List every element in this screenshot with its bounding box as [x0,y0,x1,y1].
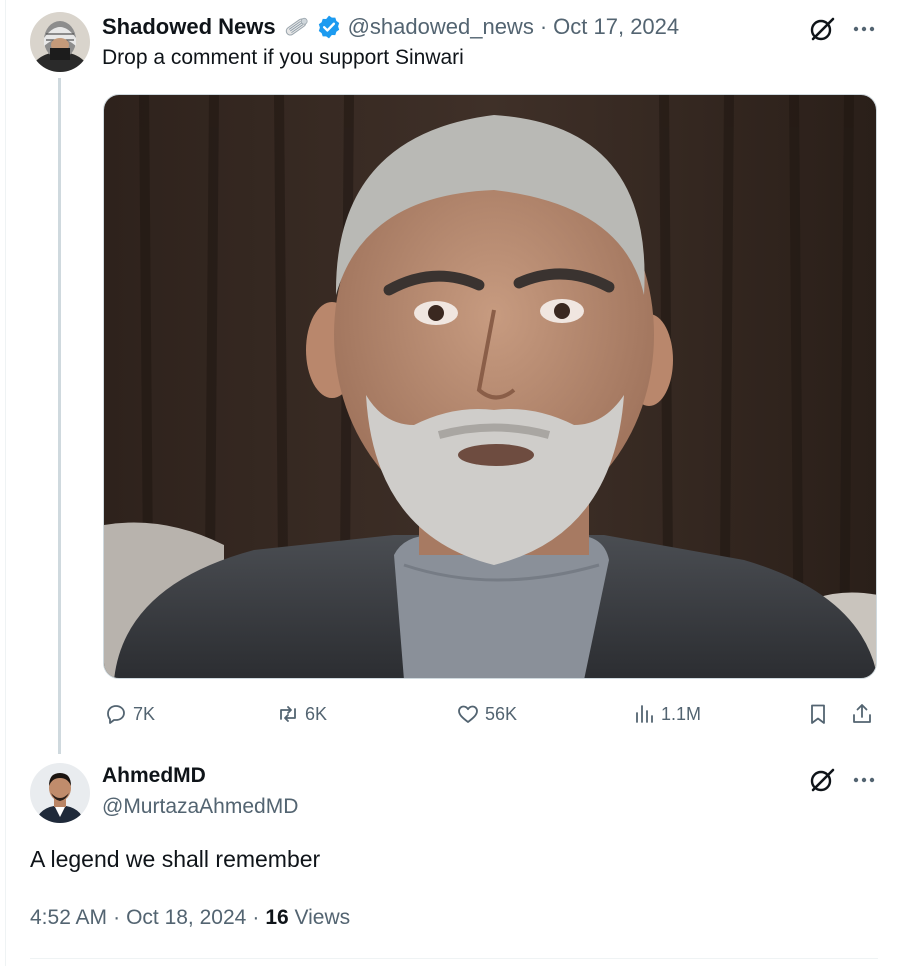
reply-views-label: Views [294,906,351,929]
separator-dot: · [539,14,548,39]
photo-of-man-icon [104,95,876,678]
reply-count: 7K [133,703,156,724]
separator-dot: · [113,906,121,929]
reply-author-handle[interactable]: @MurtazaAhmedMD [102,795,298,819]
author-handle[interactable]: @shadowed_news [348,14,534,40]
repost-count: 6K [305,703,328,724]
share-button[interactable] [850,700,874,728]
reply-icon [107,705,125,724]
bookmark-button[interactable] [806,700,830,728]
bookmark-icon [811,704,825,724]
thread-connector-line [58,78,61,754]
grok-icon[interactable] [808,15,836,43]
tweet-header: Shadowed News @shadowed_news · Oct 17, 2… [102,12,679,42]
tweet-text: Drop a comment if you support Sinwari [102,46,464,69]
divider [30,958,878,959]
repost-icon [280,706,296,722]
newspaper-roll-icon [282,15,310,39]
ahmedmd-avatar[interactable] [30,763,90,823]
analytics-icon [636,705,653,723]
author-name[interactable]: Shadowed News [102,14,276,40]
reply-author-name[interactable]: AhmedMD [102,764,206,788]
reply-time[interactable]: 4:52 AM [30,906,107,930]
tweet-media-photo[interactable] [103,94,877,679]
more-options-icon[interactable] [850,15,878,43]
tweet-date[interactable]: Oct 17, 2024 [553,14,679,40]
like-button[interactable]: 56K [456,700,517,728]
views-button[interactable]: 1.1M [632,700,701,728]
separator-dot: · [252,906,260,929]
repost-button[interactable]: 6K [276,700,327,728]
verified-badge-icon [316,14,342,40]
like-count: 56K [485,703,518,724]
reply-text: A legend we shall remember [30,846,321,872]
share-icon [853,704,871,723]
reply-date[interactable]: Oct 18, 2024 [126,906,246,930]
shadowed-news-avatar[interactable] [30,12,90,72]
grok-icon[interactable] [808,766,836,794]
reply-views-count: 16 [265,906,289,929]
views-count: 1.1M [661,703,702,724]
reply-button[interactable]: 7K [104,700,155,728]
heart-icon [458,705,478,723]
timeline-border [5,0,6,966]
reply-meta: 4:52 AM · Oct 18, 2024 · 16 Views [30,906,350,930]
more-options-icon[interactable] [850,766,878,794]
